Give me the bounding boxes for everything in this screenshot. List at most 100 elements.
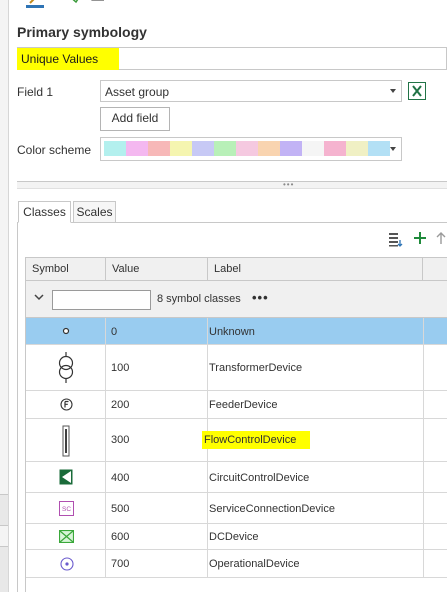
tab-classes[interactable]: Classes (18, 201, 71, 223)
transformer-icon (58, 352, 74, 383)
row-label[interactable]: OperationalDevice (209, 558, 300, 570)
column-divider (423, 419, 424, 461)
column-divider (423, 318, 424, 344)
value-cell (106, 318, 208, 344)
row-value: 400 (111, 472, 130, 484)
symbol-cell[interactable] (26, 318, 106, 344)
add-class-button[interactable] (413, 231, 427, 248)
excel-icon (412, 85, 422, 97)
primary-symbology-title: Primary symbology (17, 24, 147, 40)
renderer-value: Unique Values (21, 52, 99, 66)
table-row[interactable]: 400 CircuitControlDevice (26, 462, 447, 493)
renderer-dropdown[interactable]: Unique Values (17, 47, 447, 70)
symbol-cell[interactable] (26, 419, 106, 461)
color-swatch (170, 141, 192, 156)
chevron-down-icon (390, 147, 396, 151)
color-scheme-label: Color scheme (17, 143, 92, 157)
left-dock-edge (0, 0, 9, 592)
group-header-row: 8 symbol classes ••• (26, 281, 447, 318)
plus-icon (414, 232, 426, 244)
table-row[interactable]: 0 Unknown (26, 318, 447, 345)
column-divider (423, 524, 424, 549)
paintbrush-icon (29, 0, 35, 4)
row-label[interactable]: FeederDevice (209, 399, 277, 411)
table-row[interactable]: 700 OperationalDevice (26, 550, 447, 578)
row-value: 700 (111, 558, 130, 570)
column-divider (423, 345, 424, 390)
column-header-symbol[interactable]: Symbol (26, 258, 106, 281)
table-row[interactable]: SC 500 ServiceConnectionDevice (26, 493, 447, 524)
table-row[interactable]: 200 FeederDevice (26, 391, 447, 419)
column-header-label[interactable]: Label (208, 258, 423, 281)
add-field-button[interactable]: Add field (100, 107, 170, 131)
row-label[interactable]: FlowControlDevice (202, 431, 311, 449)
sc-box-icon: SC (59, 501, 74, 516)
symbol-cell[interactable]: SC (26, 493, 106, 523)
symbol-cell[interactable] (26, 345, 106, 390)
table-row[interactable]: 100 TransformerDevice (26, 345, 447, 391)
color-swatch (280, 141, 302, 156)
color-scheme-dropdown[interactable] (100, 137, 402, 161)
excel-export-button[interactable] (408, 82, 426, 100)
grip-handle-icon: ••• (283, 180, 295, 189)
color-ramp-preview (104, 141, 390, 156)
symbol-class-count: 8 symbol classes (157, 293, 241, 305)
dc-crossed-box-icon (59, 530, 74, 543)
chevron-down-icon (390, 89, 396, 93)
column-divider (423, 462, 424, 492)
grid-header: Symbol Value Label (26, 257, 447, 281)
column-header-value[interactable]: Value (106, 258, 208, 281)
row-label[interactable]: ServiceConnectionDevice (209, 503, 335, 515)
tab-masking[interactable] (158, 0, 176, 8)
color-swatch (214, 141, 236, 156)
color-swatch (346, 141, 368, 156)
row-value: 100 (111, 362, 130, 374)
row-label[interactable]: DCDevice (209, 531, 259, 543)
table-row[interactable]: 600 DCDevice (26, 524, 447, 550)
column-divider (423, 391, 424, 418)
color-swatch (148, 141, 170, 156)
tab-scales[interactable]: Scales (73, 201, 116, 223)
group-heading-input[interactable] (52, 290, 151, 310)
dock-edge-tab[interactable] (0, 546, 8, 592)
tab-vary-symbology[interactable] (64, 0, 82, 8)
list-options-icon (389, 233, 403, 247)
field1-dropdown[interactable]: Asset group (100, 80, 402, 102)
field1-value: Asset group (105, 85, 170, 99)
row-value: 0 (111, 326, 118, 338)
more-options-button[interactable] (388, 231, 404, 250)
arrow-up-icon (436, 232, 446, 244)
structure-icon (126, 0, 142, 4)
chevron-down-icon[interactable] (34, 293, 44, 301)
color-swatch (258, 141, 280, 156)
move-up-button[interactable] (436, 231, 446, 248)
small-circle-icon (62, 327, 70, 335)
symbol-classes-grid: Symbol Value Label 8 symbol classes ••• … (25, 257, 447, 592)
tab-symbol-layers[interactable] (88, 0, 106, 8)
column-divider (423, 493, 424, 523)
row-value: 600 (111, 531, 130, 543)
symbology-mode-tabs (18, 0, 218, 10)
row-label[interactable]: TransformerDevice (209, 362, 302, 374)
pane-splitter[interactable]: ••• (17, 181, 447, 189)
circuit-triangle-icon (59, 469, 73, 485)
row-label[interactable]: Unknown (209, 326, 255, 338)
field1-label: Field 1 (17, 85, 54, 99)
symbol-cell[interactable] (26, 391, 106, 418)
symbol-cell[interactable] (26, 524, 106, 549)
row-value: 200 (111, 399, 130, 411)
dock-edge-tab[interactable] (0, 494, 8, 526)
more-options-icon[interactable]: ••• (252, 290, 269, 305)
tab-structure[interactable] (124, 0, 142, 8)
masking-icon (160, 0, 176, 4)
color-swatch (302, 141, 324, 156)
table-row[interactable]: 300 FlowControlDevice (26, 419, 447, 462)
operational-circle-icon (60, 557, 74, 571)
row-label[interactable]: CircuitControlDevice (209, 472, 309, 484)
symbol-cell[interactable] (26, 462, 106, 492)
column-divider (423, 550, 424, 577)
row-value: 500 (111, 503, 130, 515)
layers-icon (91, 0, 104, 1)
tab-primary-symbology[interactable] (26, 0, 44, 8)
symbol-cell[interactable] (26, 550, 106, 577)
